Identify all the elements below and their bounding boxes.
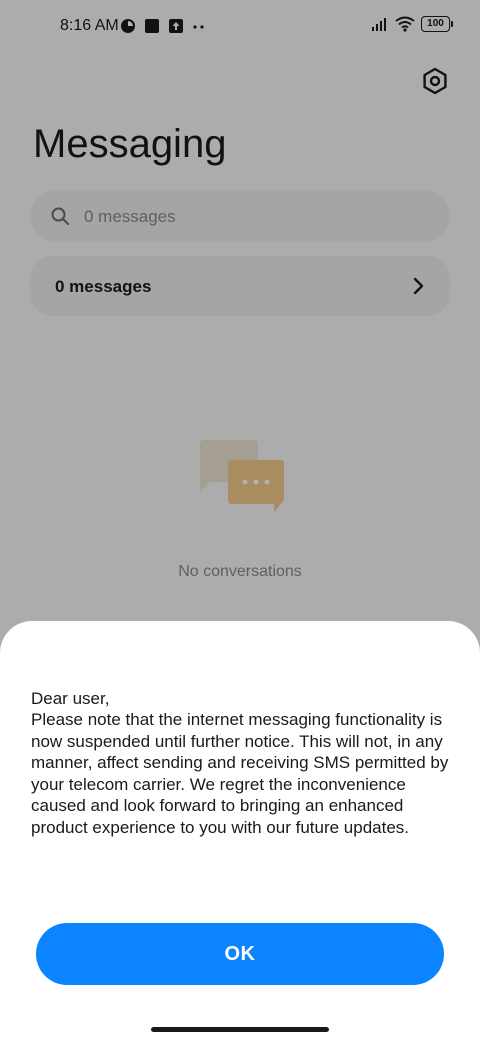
dialog-body: Please note that the internet messaging … [31,710,449,837]
home-indicator[interactable] [151,1027,329,1032]
dialog-greeting: Dear user, [31,689,110,708]
notice-dialog: Dear user, Please note that the internet… [0,621,480,1040]
ok-button[interactable]: OK [36,923,444,985]
